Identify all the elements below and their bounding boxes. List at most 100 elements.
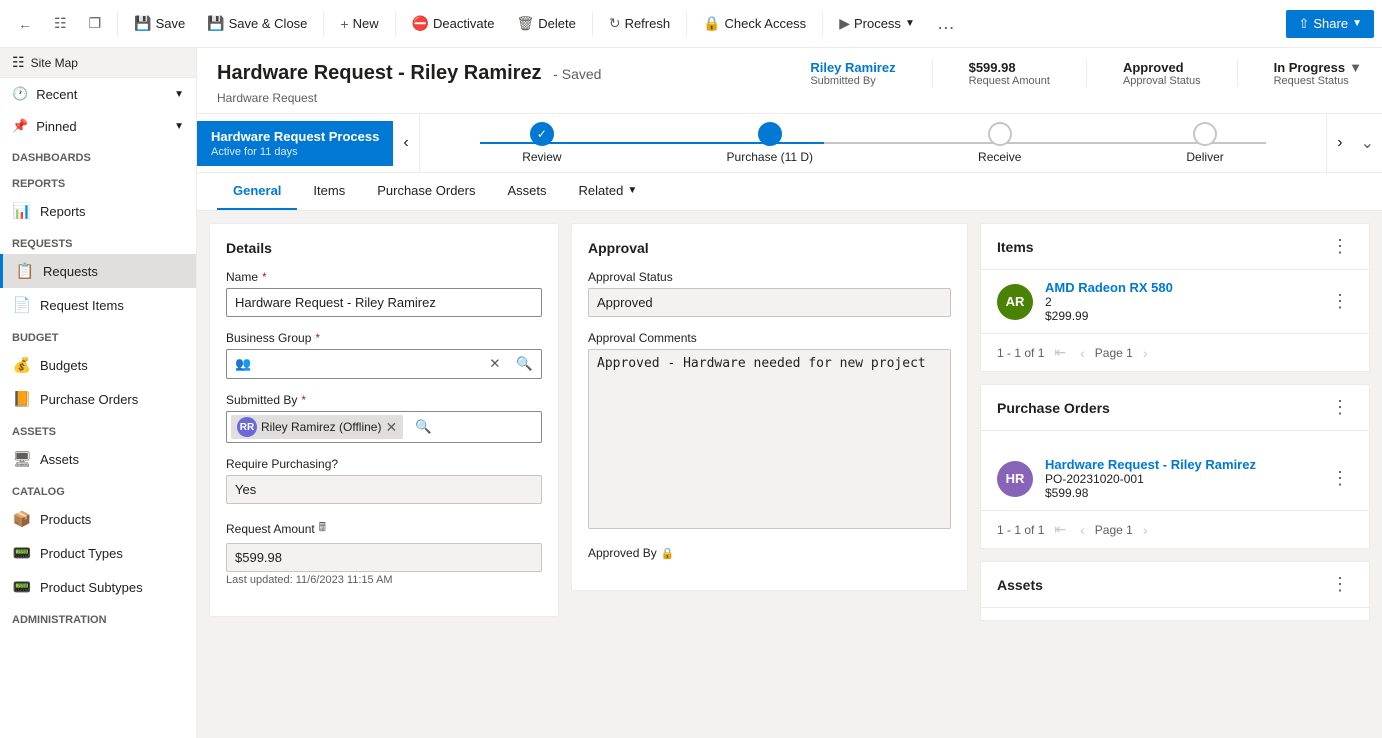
item-row-more-0[interactable]: ⋮ [1327, 291, 1353, 312]
po-first-page[interactable]: ⇤ [1050, 519, 1070, 540]
name-input[interactable] [226, 288, 542, 317]
submitted-by-search[interactable]: 🔍 [407, 413, 440, 441]
new-button[interactable]: + New [330, 10, 388, 38]
item-quantity-0: 2 [1045, 295, 1315, 309]
save-button[interactable]: 💾 Save [124, 9, 195, 38]
submitted-by-label: Submitted By [810, 75, 895, 87]
record-subtitle: Hardware Request [217, 91, 1362, 105]
sidebar-item-requests[interactable]: 📋 Requests [0, 254, 196, 288]
process-bar: Hardware Request Process Active for 11 d… [197, 114, 1382, 173]
toolbar: ← ☷ ❐ 💾 Save 💾 Save & Close + New ⛔ Deac… [0, 0, 1382, 48]
sidebar-item-reports[interactable]: 📊 Reports [0, 194, 196, 228]
sidebar-item-request-items[interactable]: 📄 Request Items [0, 288, 196, 322]
pin-icon: 📌 [12, 118, 28, 134]
assets-icon: 🖥 [12, 450, 32, 468]
col-left: Details Name * Business Group * [209, 223, 559, 726]
related-chevron-icon: ▼ [627, 185, 637, 196]
sidebar-item-product-types[interactable]: 📟 Product Types [0, 536, 196, 570]
process-step-purchase[interactable]: Purchase (11 D) [727, 122, 813, 164]
items-next-page[interactable]: › [1139, 343, 1152, 363]
back-button[interactable]: ← [8, 10, 42, 38]
process-next-button[interactable]: › [1326, 114, 1352, 172]
site-map-bar[interactable]: ☷ Site Map [0, 48, 196, 78]
process-button[interactable]: ▶ Process ▼ [829, 9, 925, 38]
approval-comments-textarea[interactable] [588, 349, 951, 529]
delete-button[interactable]: 🗑 Delete [506, 9, 585, 38]
po-empty-space [981, 431, 1369, 447]
sidebar-item-product-subtypes[interactable]: 📟 Product Subtypes [0, 570, 196, 604]
process-step-review[interactable]: ✓ Review [522, 122, 561, 164]
more-options-button[interactable]: … [927, 7, 965, 40]
requests-icon: 📋 [15, 262, 35, 280]
table-row: AR AMD Radeon RX 580 2 $299.99 ⋮ [981, 270, 1369, 334]
process-step-deliver[interactable]: Deliver [1186, 122, 1223, 164]
item-info-0: AMD Radeon RX 580 2 $299.99 [1045, 280, 1315, 323]
items-first-page[interactable]: ⇤ [1050, 342, 1070, 363]
po-row-more-0[interactable]: ⋮ [1327, 468, 1353, 489]
submitted-by-lookup[interactable]: RR Riley Ramirez (Offline) ✕ 🔍 [226, 411, 542, 443]
po-more-button[interactable]: ⋮ [1327, 397, 1353, 418]
tab-related[interactable]: Related ▼ [563, 173, 654, 210]
po-name-0[interactable]: Hardware Request - Riley Ramirez [1045, 457, 1315, 472]
items-prev-page[interactable]: ‹ [1076, 343, 1089, 363]
process-step-receive[interactable]: Receive [978, 122, 1021, 164]
status-expand-icon[interactable]: ▼ [1349, 60, 1362, 75]
po-pagination: 1 - 1 of 1 ⇤ ‹ Page 1 › [981, 511, 1369, 548]
sidebar-item-assets[interactable]: 🖥 Assets [0, 442, 196, 476]
tab-assets[interactable]: Assets [491, 173, 562, 210]
business-group-lookup[interactable]: 👥 ✕ 🔍 [226, 349, 542, 379]
sidebar-pinned[interactable]: 📌 Pinned ▼ [0, 110, 196, 142]
assets-panel: Assets ⋮ [980, 561, 1370, 621]
meta-divider-2 [1086, 60, 1087, 87]
process-expand-button[interactable]: ⌄ [1353, 133, 1382, 153]
section-reports: Reports [0, 168, 196, 194]
submitted-by-value[interactable]: Riley Ramirez [810, 60, 895, 75]
section-budget: Budget [0, 322, 196, 348]
sidebar-recent[interactable]: 🕐 Recent ▼ [0, 78, 196, 110]
meta-request-status: In Progress ▼ Request Status [1274, 60, 1362, 87]
item-price-0: $299.99 [1045, 309, 1315, 323]
recent-icon: 🕐 [12, 86, 28, 102]
expand-icon: ❐ [89, 15, 102, 32]
deactivate-button[interactable]: ⛔ Deactivate [402, 9, 505, 38]
tab-items[interactable]: Items [297, 173, 361, 210]
budgets-icon: 💰 [12, 356, 32, 374]
step-circle-review: ✓ [530, 122, 554, 146]
process-stage-info: Hardware Request Process Active for 11 d… [197, 121, 393, 166]
process-prev-button[interactable]: ‹ [393, 114, 419, 172]
process-steps: ✓ Review Purchase (11 D) Receive Deliver [420, 114, 1327, 172]
reports-icon: 📊 [12, 202, 32, 220]
refresh-button[interactable]: ↻ Refresh [599, 9, 680, 38]
business-group-value [259, 360, 481, 368]
share-icon: ⇧ [1298, 16, 1309, 32]
items-more-button[interactable]: ⋮ [1327, 236, 1353, 257]
share-button[interactable]: ⇧ Share ▼ [1286, 10, 1374, 38]
sidebar-item-budgets[interactable]: 💰 Budgets [0, 348, 196, 382]
submitted-by-avatar: RR [237, 417, 257, 437]
submitted-by-remove[interactable]: ✕ [385, 419, 397, 436]
business-group-search[interactable]: 🔍 [508, 350, 541, 378]
col-middle: Approval Approval Status Approved Approv… [571, 223, 968, 726]
tab-general[interactable]: General [217, 173, 297, 210]
expand-button[interactable]: ❐ [79, 9, 112, 38]
item-name-0[interactable]: AMD Radeon RX 580 [1045, 280, 1315, 295]
sidebar-item-purchase-orders[interactable]: 📙 Purchase Orders [0, 382, 196, 416]
po-prev-page[interactable]: ‹ [1076, 520, 1089, 540]
request-amount-value: $599.98 [226, 543, 542, 572]
assets-more-button[interactable]: ⋮ [1327, 574, 1353, 595]
sidebar-item-products[interactable]: 📦 Products [0, 502, 196, 536]
tab-purchase-orders[interactable]: Purchase Orders [361, 173, 491, 210]
po-amount-0: $599.98 [1045, 486, 1315, 500]
po-panel-title: Purchase Orders [997, 400, 1110, 416]
check-access-button[interactable]: 🔒 Check Access [693, 9, 816, 38]
recent-chevron-icon: ▼ [174, 89, 184, 100]
save-close-button[interactable]: 💾 Save & Close [197, 9, 317, 38]
new-icon: + [340, 16, 348, 32]
section-administration: Administration [0, 604, 196, 630]
section-catalog: Catalog [0, 476, 196, 502]
business-group-clear[interactable]: ✕ [481, 350, 508, 378]
pinned-chevron-icon: ▼ [174, 121, 184, 132]
field-request-amount: Request Amount 🖩 $599.98 Last updated: 1… [226, 518, 542, 586]
list-view-button[interactable]: ☷ [44, 9, 77, 38]
po-next-page[interactable]: › [1139, 520, 1152, 540]
